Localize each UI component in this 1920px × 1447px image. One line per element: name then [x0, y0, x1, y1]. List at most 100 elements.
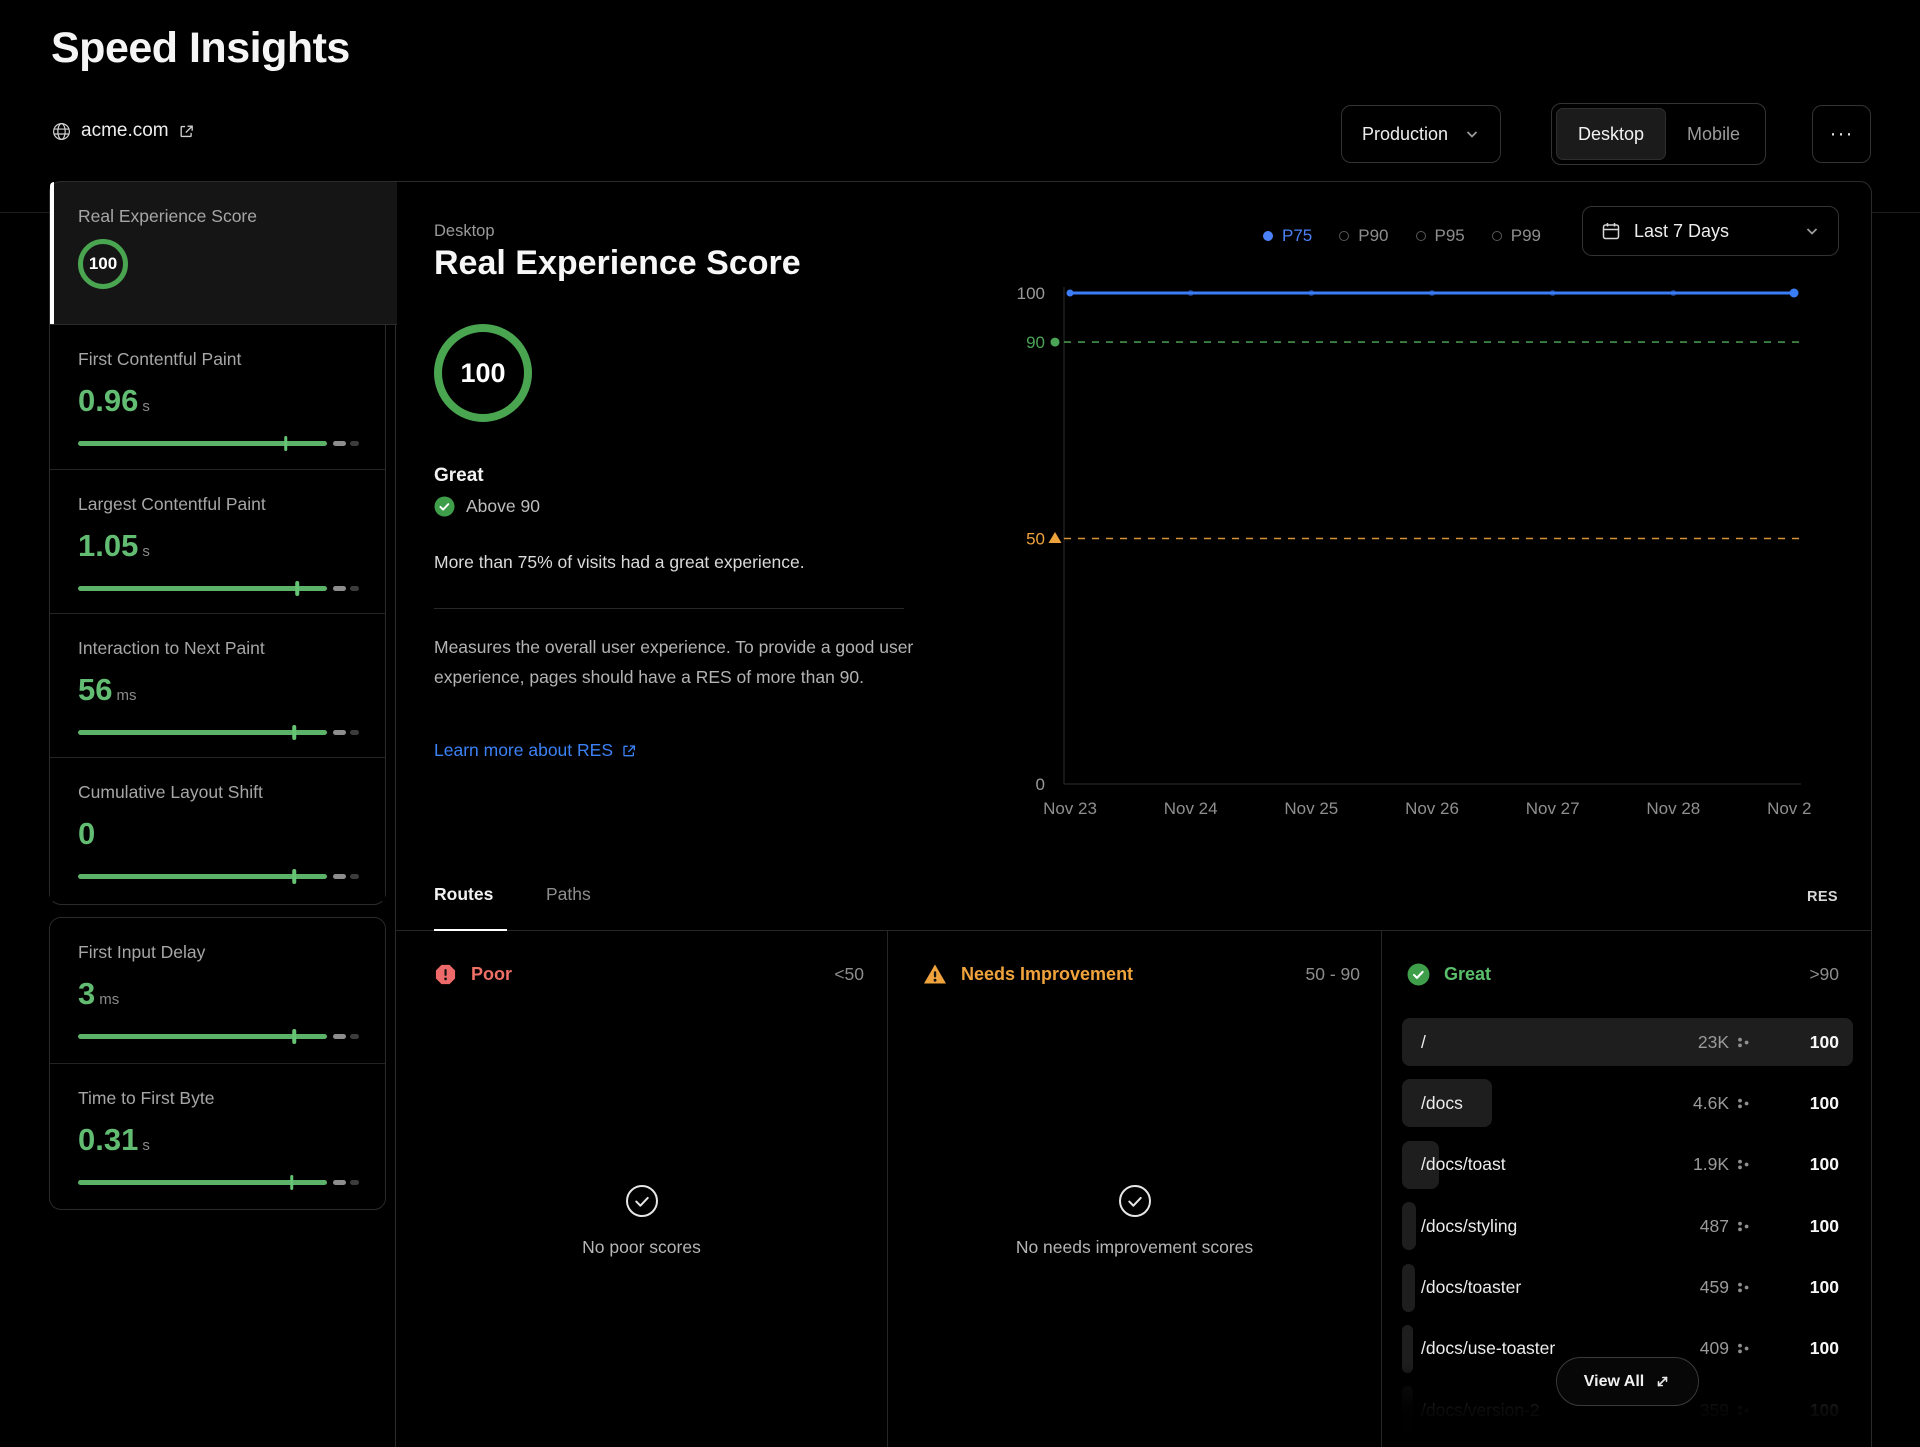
route-traffic-bar — [1402, 1386, 1413, 1434]
metric-description: Measures the overall user experience. To… — [434, 632, 950, 692]
metric-gauge — [78, 441, 359, 446]
svg-text:100: 100 — [1017, 284, 1045, 303]
svg-text:50: 50 — [1026, 530, 1045, 549]
metric-score-value: 100 — [89, 254, 117, 274]
svg-text:Nov 23: Nov 23 — [1043, 799, 1097, 818]
date-range-select[interactable]: Last 7 Days — [1582, 206, 1839, 256]
route-row-docs-toast[interactable]: /docs/toast 1.9K 100 — [1402, 1141, 1853, 1189]
sidebar-metric-cumulative-layout-shift[interactable]: Cumulative Layout Shift 0 — [50, 757, 385, 901]
score-summary: More than 75% of visits had a great expe… — [434, 552, 805, 573]
speed-insights-page: Speed Insights acme.com Production Deskt… — [0, 0, 1920, 1447]
metric-gauge — [78, 1034, 359, 1039]
sidebar-metric-largest-contentful-paint[interactable]: Largest Contentful Paint1.05s — [50, 469, 385, 613]
chevron-down-icon — [1804, 223, 1820, 239]
route-path: /docs/toast — [1421, 1154, 1693, 1175]
samples-icon — [1736, 1096, 1751, 1111]
percentile-p95[interactable]: P95 — [1416, 226, 1465, 246]
samples-icon — [1736, 1219, 1751, 1234]
poor-column-header: Poor <50 — [434, 949, 864, 999]
metric-value: 56 — [78, 672, 112, 708]
external-link-icon — [178, 123, 195, 140]
main-panel: Desktop Real Experience Score 100 Great … — [395, 181, 1872, 1447]
samples-icon — [1736, 1035, 1751, 1050]
tab-routes[interactable]: Routes — [434, 884, 493, 905]
route-visits: 23K — [1698, 1032, 1729, 1053]
route-visits: 359 — [1700, 1400, 1729, 1421]
svg-text:Nov 25: Nov 25 — [1284, 799, 1338, 818]
svg-text:Nov 24: Nov 24 — [1164, 799, 1218, 818]
poor-empty-state: No poor scores — [396, 1184, 887, 1258]
route-row-[interactable]: / 23K 100 — [1402, 1018, 1853, 1066]
sidebar-metric-real-experience-score[interactable]: Real Experience Score100 — [49, 181, 397, 325]
sidebar-metric-interaction-to-next-paint[interactable]: Interaction to Next Paint56ms — [50, 613, 385, 757]
site-row[interactable]: acme.com — [51, 120, 195, 142]
device-label: Desktop — [434, 222, 495, 241]
legend-dot-icon — [1263, 231, 1273, 241]
gauge-marker — [290, 1175, 294, 1190]
environment-select[interactable]: Production — [1341, 105, 1501, 163]
samples-icon — [1736, 1403, 1751, 1418]
metric-gauge — [78, 730, 359, 735]
metric-unit: ms — [116, 687, 136, 704]
needs-improvement-range: 50 - 90 — [1306, 964, 1360, 985]
metric-score-circle: 100 — [78, 239, 128, 289]
metric-value: 0 — [78, 816, 95, 852]
device-tab-mobile[interactable]: Mobile — [1666, 108, 1761, 160]
metric-value: 1.05 — [78, 528, 138, 564]
percentile-label: P95 — [1435, 226, 1465, 246]
percentile-legend: P75 P90 P95 P99 — [1263, 226, 1541, 246]
metric-unit: s — [142, 543, 150, 560]
warning-triangle-icon — [923, 962, 947, 986]
poor-empty-text: No poor scores — [582, 1237, 701, 1258]
percentile-label: P99 — [1511, 226, 1541, 246]
route-row-docs-styling[interactable]: /docs/styling 487 100 — [1402, 1202, 1853, 1250]
section-divider — [434, 608, 904, 609]
tab-paths[interactable]: Paths — [546, 884, 591, 905]
gauge-marker — [295, 581, 299, 596]
route-score: 100 — [1751, 1154, 1839, 1175]
percentile-p99[interactable]: P99 — [1492, 226, 1541, 246]
route-path: / — [1421, 1032, 1698, 1053]
more-options-button[interactable]: ··· — [1812, 105, 1871, 163]
metric-gauge — [78, 1180, 359, 1185]
svg-text:0: 0 — [1036, 775, 1045, 794]
score-columns: Poor <50 Needs Improvement 50 - 90 Great… — [396, 931, 1871, 1447]
legend-dot-icon — [1492, 231, 1502, 241]
svg-text:Nov 28: Nov 28 — [1646, 799, 1700, 818]
samples-icon — [1736, 1157, 1751, 1172]
great-range: >90 — [1809, 964, 1839, 985]
sidebar-metric-time-to-first-byte[interactable]: Time to First Byte0.31s — [50, 1063, 385, 1208]
rating-row: Above 90 — [434, 496, 540, 517]
globe-icon — [51, 121, 72, 142]
samples-icon — [1736, 1280, 1751, 1295]
column-divider — [1381, 931, 1382, 1447]
rating-label: Great — [434, 465, 484, 487]
view-all-button[interactable]: View All — [1556, 1357, 1699, 1406]
metric-value: 0.96 — [78, 383, 138, 419]
sidebar-metric-first-input-delay[interactable]: First Input Delay3ms — [50, 918, 385, 1063]
sidebar-metric-first-contentful-paint[interactable]: First Contentful Paint0.96s — [50, 325, 385, 469]
metric-label: First Input Delay — [78, 942, 357, 963]
legend-dot-icon — [1416, 231, 1426, 241]
needs-improvement-label: Needs Improvement — [961, 964, 1133, 985]
device-tab-desktop[interactable]: Desktop — [1556, 108, 1666, 160]
needs-improvement-empty-state: No needs improvement scores — [888, 1184, 1381, 1258]
route-score: 100 — [1751, 1338, 1839, 1359]
res-trend-chart: 10090500Nov 23Nov 24Nov 25Nov 26Nov 27No… — [1001, 271, 1811, 831]
expand-icon — [1654, 1373, 1671, 1390]
learn-more-label: Learn more about RES — [434, 740, 613, 761]
route-row-docs-toaster[interactable]: /docs/toaster 459 100 — [1402, 1264, 1853, 1312]
metric-gauge — [78, 586, 359, 591]
percentile-p90[interactable]: P90 — [1339, 226, 1388, 246]
route-score: 100 — [1751, 1400, 1839, 1421]
svg-text:Nov 26: Nov 26 — [1405, 799, 1459, 818]
route-score: 100 — [1751, 1093, 1839, 1114]
needs-improvement-column-header: Needs Improvement 50 - 90 — [923, 949, 1360, 999]
learn-more-link[interactable]: Learn more about RES — [434, 740, 637, 761]
route-row-docs[interactable]: /docs 4.6K 100 — [1402, 1079, 1853, 1127]
percentile-p75[interactable]: P75 — [1263, 226, 1312, 246]
site-domain: acme.com — [81, 120, 169, 142]
metric-label: Cumulative Layout Shift — [78, 782, 357, 803]
route-traffic-bar — [1402, 1264, 1415, 1312]
route-score: 100 — [1751, 1216, 1839, 1237]
